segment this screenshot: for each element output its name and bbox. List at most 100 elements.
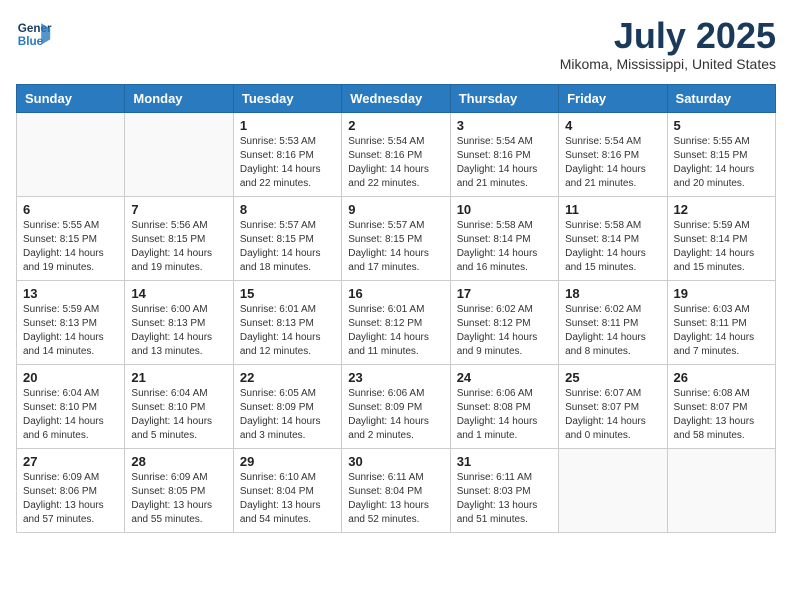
day-info: Sunrise: 6:03 AM Sunset: 8:11 PM Dayligh… [674, 303, 769, 359]
calendar-cell: 14Sunrise: 6:00 AM Sunset: 8:13 PM Dayli… [125, 280, 233, 364]
day-info: Sunrise: 6:07 AM Sunset: 8:07 PM Dayligh… [565, 387, 660, 443]
day-info: Sunrise: 5:55 AM Sunset: 8:15 PM Dayligh… [674, 135, 769, 191]
day-info: Sunrise: 6:06 AM Sunset: 8:08 PM Dayligh… [457, 387, 552, 443]
svg-text:Blue: Blue [18, 35, 44, 48]
day-info: Sunrise: 5:54 AM Sunset: 8:16 PM Dayligh… [565, 135, 660, 191]
day-number: 23 [348, 370, 443, 385]
calendar-cell: 27 Sunrise: 6:09 AM Sunset: 8:06 PM Dayli… [17, 448, 125, 532]
calendar-cell: 17 Sunrise: 6:02 AM Sunset: 8:12 PM Dayli… [450, 280, 558, 364]
day-info: Sunrise: 6:06 AM Sunset: 8:09 PM Dayligh… [348, 387, 443, 443]
day-number: 5 [674, 118, 769, 133]
logo-icon: General Blue [16, 16, 52, 52]
day-info: Sunrise: 6:11 AM Sunset: 8:04 PM Dayligh… [348, 471, 443, 527]
calendar-cell [17, 112, 125, 196]
day-number: 29 [240, 454, 335, 469]
column-header-friday: Friday [559, 84, 667, 112]
day-info: Sunrise: 5:57 AM Sunset: 8:15 PM Dayligh… [348, 219, 443, 275]
day-number: 17 [457, 286, 552, 301]
day-info: Sunrise: 6:04 AM Sunset: 8:10 PM Dayligh… [131, 387, 226, 443]
column-header-thursday: Thursday [450, 84, 558, 112]
day-info: Sunrise: 6:09 AM Sunset: 8:05 PM Dayligh… [131, 471, 226, 527]
location-subtitle: Mikoma, Mississippi, United States [560, 56, 776, 72]
calendar-cell: 6 Sunrise: 5:55 AM Sunset: 8:15 PM Daylig… [17, 196, 125, 280]
day-info: Sunrise: 5:58 AM Sunset: 8:14 PM Dayligh… [457, 219, 552, 275]
day-info: Sunrise: 5:55 AM Sunset: 8:15 PM Dayligh… [23, 219, 118, 275]
day-number: 26 [674, 370, 769, 385]
day-number: 14 [131, 286, 226, 301]
calendar-cell: 16Sunrise: 6:01 AM Sunset: 8:12 PM Dayli… [342, 280, 450, 364]
day-number: 4 [565, 118, 660, 133]
day-info: Sunrise: 5:59 AM Sunset: 8:14 PM Dayligh… [674, 219, 769, 275]
day-number: 21 [131, 370, 226, 385]
day-number: 3 [457, 118, 552, 133]
column-header-wednesday: Wednesday [342, 84, 450, 112]
calendar-cell: 18 Sunrise: 6:02 AM Sunset: 8:11 PM Dayli… [559, 280, 667, 364]
day-number: 1 [240, 118, 335, 133]
calendar-cell: 11Sunrise: 5:58 AM Sunset: 8:14 PM Dayli… [559, 196, 667, 280]
calendar-cell: 13 Sunrise: 5:59 AM Sunset: 8:13 PM Dayli… [17, 280, 125, 364]
calendar-cell [559, 448, 667, 532]
calendar-table: SundayMondayTuesdayWednesdayThursdayFrid… [16, 84, 776, 533]
column-header-sunday: Sunday [17, 84, 125, 112]
calendar-cell: 31Sunrise: 6:11 AM Sunset: 8:03 PM Dayli… [450, 448, 558, 532]
day-number: 24 [457, 370, 552, 385]
calendar-week-row: 27 Sunrise: 6:09 AM Sunset: 8:06 PM Dayli… [17, 448, 776, 532]
calendar-cell [667, 448, 775, 532]
calendar-cell: 15Sunrise: 6:01 AM Sunset: 8:13 PM Dayli… [233, 280, 341, 364]
day-number: 6 [23, 202, 118, 217]
column-header-tuesday: Tuesday [233, 84, 341, 112]
day-info: Sunrise: 5:59 AM Sunset: 8:13 PM Dayligh… [23, 303, 118, 359]
calendar-week-row: 1 Sunrise: 5:53 AM Sunset: 8:16 PM Daylig… [17, 112, 776, 196]
day-number: 20 [23, 370, 118, 385]
column-header-saturday: Saturday [667, 84, 775, 112]
day-number: 22 [240, 370, 335, 385]
page-header: General Blue July 2025 Mikoma, Mississip… [16, 16, 776, 72]
day-info: Sunrise: 5:53 AM Sunset: 8:16 PM Dayligh… [240, 135, 335, 191]
calendar-cell: 28 Sunrise: 6:09 AM Sunset: 8:05 PM Dayli… [125, 448, 233, 532]
day-info: Sunrise: 6:04 AM Sunset: 8:10 PM Dayligh… [23, 387, 118, 443]
day-number: 7 [131, 202, 226, 217]
day-info: Sunrise: 5:54 AM Sunset: 8:16 PM Dayligh… [457, 135, 552, 191]
title-block: July 2025 Mikoma, Mississippi, United St… [560, 16, 776, 72]
calendar-cell: 24 Sunrise: 6:06 AM Sunset: 8:08 PM Dayli… [450, 364, 558, 448]
day-info: Sunrise: 6:02 AM Sunset: 8:12 PM Dayligh… [457, 303, 552, 359]
calendar-cell: 22 Sunrise: 6:05 AM Sunset: 8:09 PM Dayli… [233, 364, 341, 448]
day-info: Sunrise: 6:05 AM Sunset: 8:09 PM Dayligh… [240, 387, 335, 443]
day-info: Sunrise: 6:09 AM Sunset: 8:06 PM Dayligh… [23, 471, 118, 527]
calendar-cell: 5 Sunrise: 5:55 AM Sunset: 8:15 PM Daylig… [667, 112, 775, 196]
day-number: 18 [565, 286, 660, 301]
day-number: 30 [348, 454, 443, 469]
day-number: 12 [674, 202, 769, 217]
day-info: Sunrise: 6:10 AM Sunset: 8:04 PM Dayligh… [240, 471, 335, 527]
calendar-cell: 21 Sunrise: 6:04 AM Sunset: 8:10 PM Dayli… [125, 364, 233, 448]
day-info: Sunrise: 5:56 AM Sunset: 8:15 PM Dayligh… [131, 219, 226, 275]
calendar-cell: 3 Sunrise: 5:54 AM Sunset: 8:16 PM Daylig… [450, 112, 558, 196]
calendar-header-row: SundayMondayTuesdayWednesdayThursdayFrid… [17, 84, 776, 112]
calendar-cell: 23 Sunrise: 6:06 AM Sunset: 8:09 PM Dayli… [342, 364, 450, 448]
column-header-monday: Monday [125, 84, 233, 112]
day-number: 15 [240, 286, 335, 301]
day-number: 8 [240, 202, 335, 217]
calendar-week-row: 13 Sunrise: 5:59 AM Sunset: 8:13 PM Dayli… [17, 280, 776, 364]
day-number: 2 [348, 118, 443, 133]
day-number: 28 [131, 454, 226, 469]
day-info: Sunrise: 6:02 AM Sunset: 8:11 PM Dayligh… [565, 303, 660, 359]
calendar-cell [125, 112, 233, 196]
calendar-cell: 10 Sunrise: 5:58 AM Sunset: 8:14 PM Dayli… [450, 196, 558, 280]
calendar-cell: 9Sunrise: 5:57 AM Sunset: 8:15 PM Daylig… [342, 196, 450, 280]
calendar-cell: 25Sunrise: 6:07 AM Sunset: 8:07 PM Dayli… [559, 364, 667, 448]
calendar-cell: 2 Sunrise: 5:54 AM Sunset: 8:16 PM Daylig… [342, 112, 450, 196]
day-number: 10 [457, 202, 552, 217]
day-number: 19 [674, 286, 769, 301]
day-info: Sunrise: 5:57 AM Sunset: 8:15 PM Dayligh… [240, 219, 335, 275]
day-info: Sunrise: 5:54 AM Sunset: 8:16 PM Dayligh… [348, 135, 443, 191]
day-number: 11 [565, 202, 660, 217]
calendar-cell: 26Sunrise: 6:08 AM Sunset: 8:07 PM Dayli… [667, 364, 775, 448]
logo: General Blue [16, 16, 52, 52]
calendar-cell: 8 Sunrise: 5:57 AM Sunset: 8:15 PM Daylig… [233, 196, 341, 280]
calendar-cell: 29 Sunrise: 6:10 AM Sunset: 8:04 PM Dayli… [233, 448, 341, 532]
day-number: 27 [23, 454, 118, 469]
day-number: 13 [23, 286, 118, 301]
day-number: 16 [348, 286, 443, 301]
day-number: 31 [457, 454, 552, 469]
